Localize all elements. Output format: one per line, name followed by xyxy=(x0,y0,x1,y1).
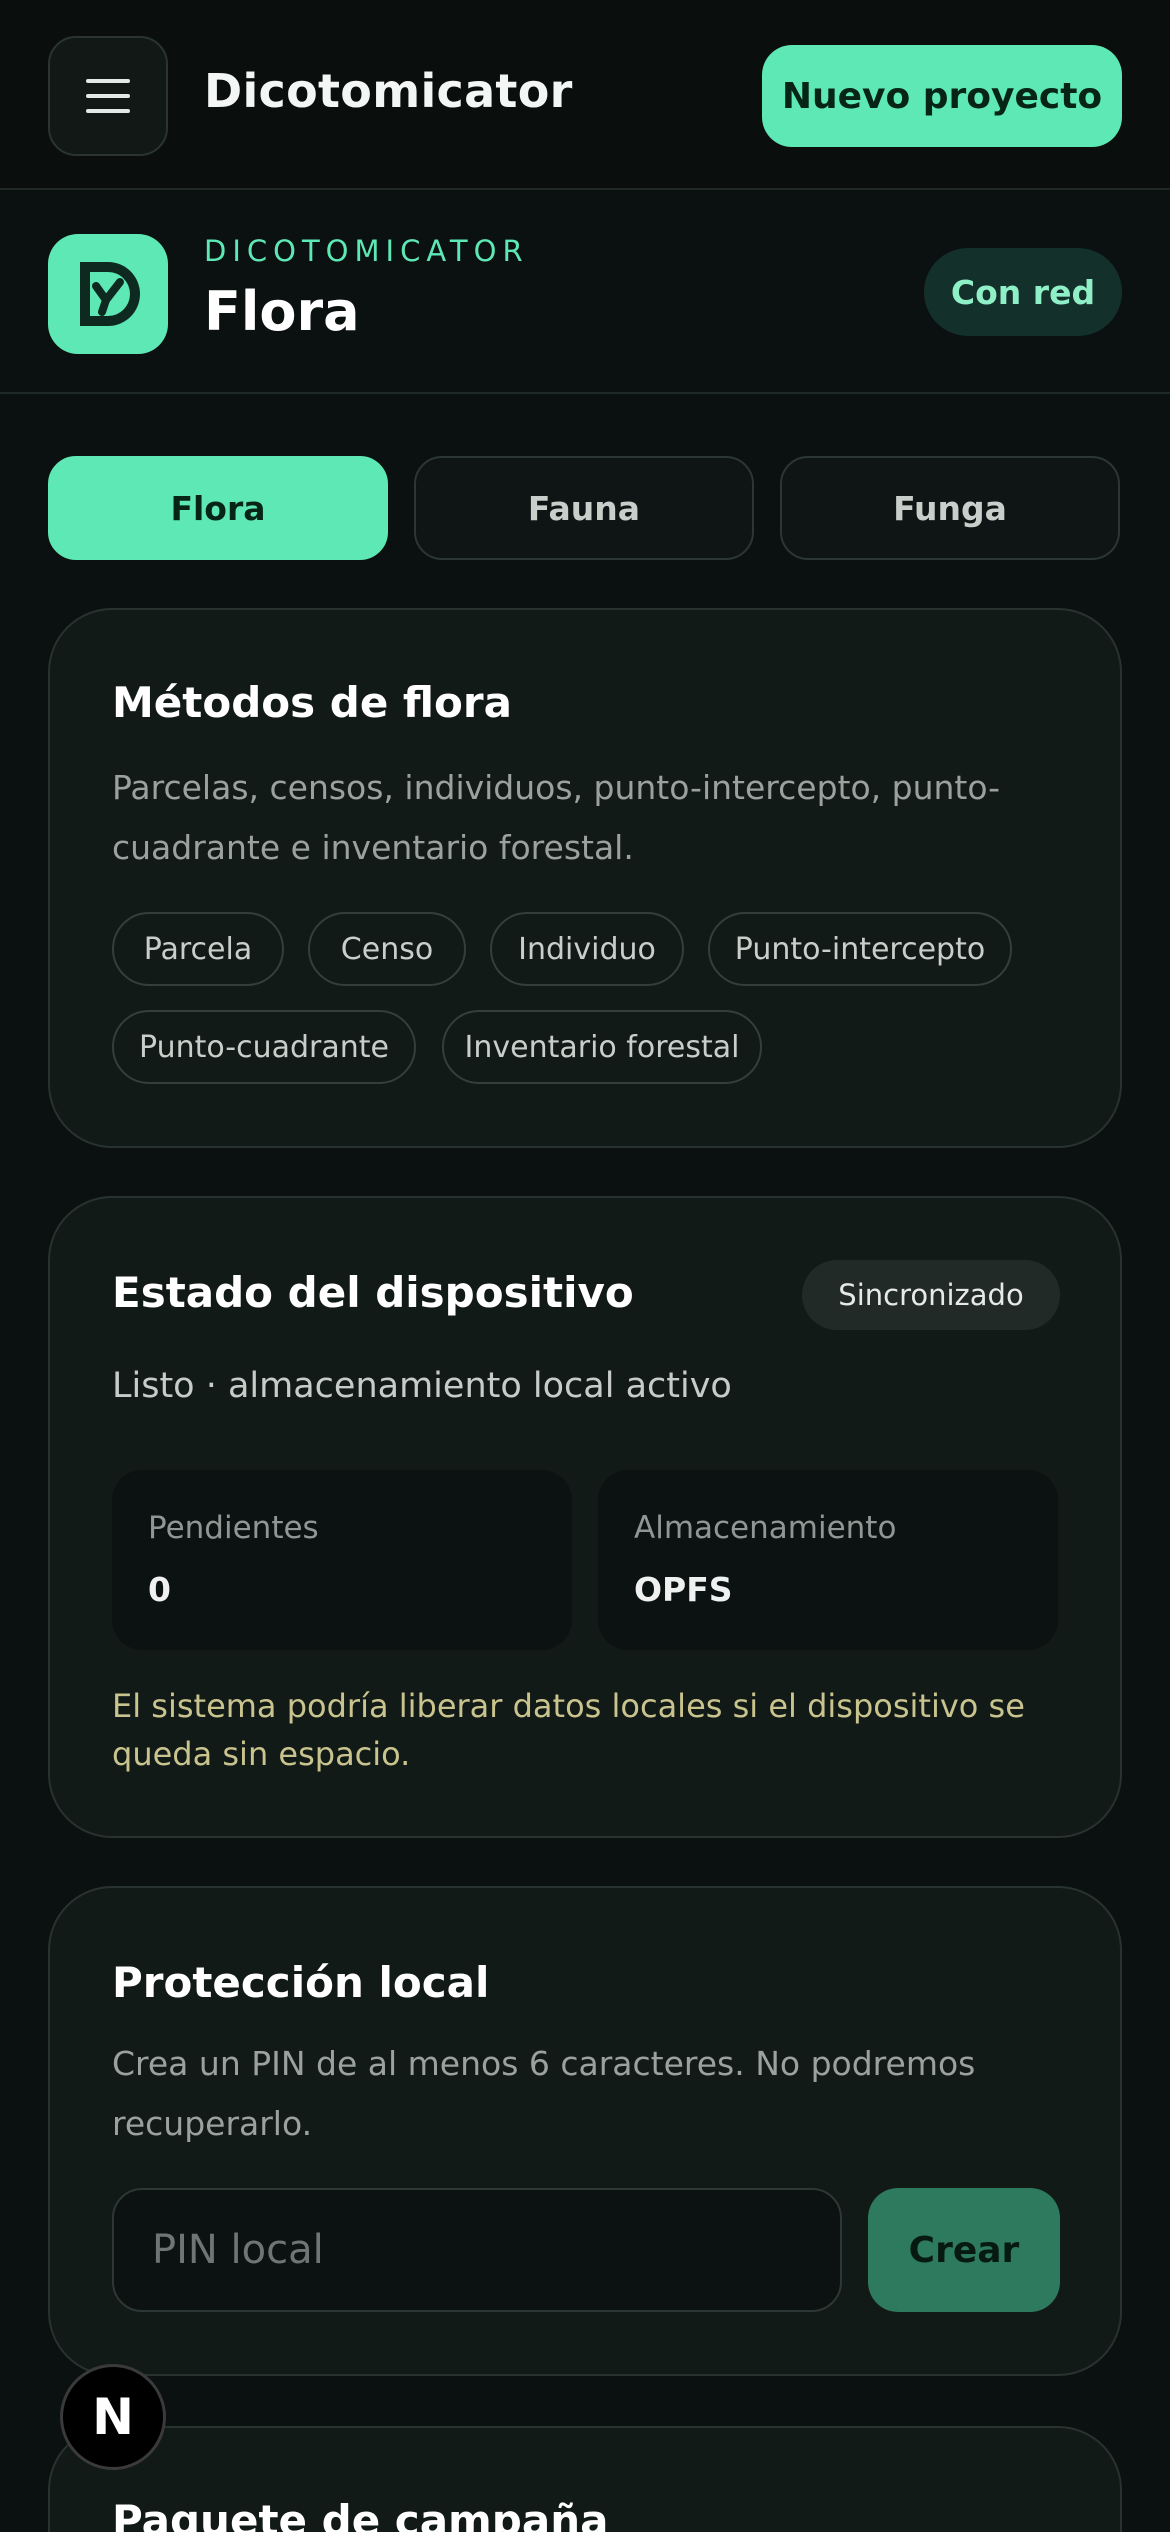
hamburger-menu-icon xyxy=(86,79,130,83)
network-status-badge: Con red xyxy=(924,248,1122,336)
device-status-line: Listo · almacenamiento local activo xyxy=(112,1366,732,1406)
create-pin-button[interactable]: Crear xyxy=(868,2188,1060,2312)
top-app-bar: Dicotomicator Nuevo proyecto xyxy=(0,0,1170,190)
stat-label: Pendientes xyxy=(148,1510,319,1546)
method-chip-individuo[interactable]: Individuo xyxy=(490,912,684,986)
device-status-card: Estado del dispositivo Sincronizado List… xyxy=(48,1196,1122,1838)
tab-flora[interactable]: Flora xyxy=(48,456,388,560)
pending-stat: Pendientes 0 xyxy=(112,1470,572,1650)
tab-funga[interactable]: Funga xyxy=(780,456,1120,560)
card-title: Métodos de flora xyxy=(112,678,512,727)
method-chip-punto-intercepto[interactable]: Punto-intercepto xyxy=(708,912,1012,986)
storage-warning: El sistema podría liberar datos locales … xyxy=(112,1687,1025,1773)
flora-methods-card: Métodos de flora Parcelas, censos, indiv… xyxy=(48,608,1122,1148)
method-chip-censo[interactable]: Censo xyxy=(308,912,466,986)
stat-value: OPFS xyxy=(634,1570,733,1609)
context-eyebrow: DICOTOMICATOR xyxy=(204,234,529,268)
card-description: Crea un PIN de al menos 6 caracteres. No… xyxy=(112,2044,976,2143)
local-protection-card: Protección local Crea un PIN de al menos… xyxy=(48,1886,1122,2376)
nextjs-logo-icon[interactable]: N xyxy=(60,2364,166,2470)
dicotomicator-logo-icon xyxy=(48,234,168,354)
card-title: Estado del dispositivo xyxy=(112,1268,634,1317)
pin-input[interactable] xyxy=(112,2188,842,2312)
card-description: Parcelas, censos, individuos, punto-inte… xyxy=(112,768,1001,867)
tab-fauna[interactable]: Fauna xyxy=(414,456,754,560)
sync-status-badge: Sincronizado xyxy=(802,1260,1060,1330)
app-title: Dicotomicator xyxy=(204,64,573,118)
method-chip-punto-cuadrante[interactable]: Punto-cuadrante xyxy=(112,1010,416,1084)
context-header: DICOTOMICATOR Flora Con red xyxy=(0,192,1170,394)
storage-stat: Almacenamiento OPFS xyxy=(598,1470,1058,1650)
new-project-button[interactable]: Nuevo proyecto xyxy=(762,45,1122,147)
campaign-package-card: Paquete de campaña xyxy=(48,2426,1122,2532)
card-title: Paquete de campaña xyxy=(112,2496,609,2532)
stat-label: Almacenamiento xyxy=(634,1510,897,1546)
method-chip-parcela[interactable]: Parcela xyxy=(112,912,284,986)
method-chip-inventario-forestal[interactable]: Inventario forestal xyxy=(442,1010,762,1084)
stat-value: 0 xyxy=(148,1570,171,1609)
menu-button[interactable] xyxy=(48,36,168,156)
card-title: Protección local xyxy=(112,1958,490,2007)
page-title: Flora xyxy=(204,280,360,343)
